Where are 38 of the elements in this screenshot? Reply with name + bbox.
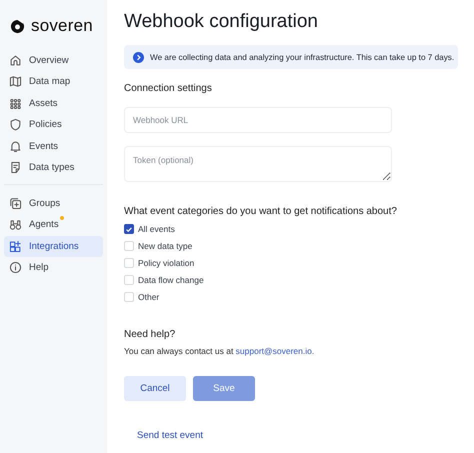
nav-item[interactable]: Integrations	[4, 236, 103, 256]
checkbox-label: Policy violation	[138, 258, 194, 268]
nav-item[interactable]: Help	[4, 258, 103, 278]
checkbox-label: Other	[138, 292, 160, 302]
house-icon	[9, 54, 22, 67]
token-field[interactable]: Token (optional)	[124, 146, 392, 182]
nav-item[interactable]: Overview	[4, 50, 103, 70]
logo-icon	[10, 18, 25, 34]
section-heading: Connection settings	[124, 83, 213, 94]
help-text: You can always contact us at support@soveren.io.	[124, 346, 316, 356]
page-title: Webhook configuration	[124, 11, 319, 33]
url-field[interactable]: Webhook URL	[124, 107, 392, 133]
banner-text: We are collecting data and analyzing your infrastructure. This can take up to 7 days.	[150, 52, 454, 62]
cancel-button[interactable]: Cancel	[124, 376, 186, 401]
checkbox-label: Data flow change	[138, 275, 204, 285]
checkbox[interactable]	[124, 224, 134, 234]
shield-icon	[9, 118, 22, 132]
nav-item[interactable]: Groups	[4, 193, 103, 214]
bell-icon	[9, 140, 22, 153]
grid-icon	[9, 96, 22, 110]
nav-item[interactable]: Assets	[4, 93, 103, 114]
nav-item[interactable]: Events	[4, 136, 103, 156]
nav-item[interactable]: Policies	[4, 114, 103, 135]
test-event-link[interactable]: Send test event	[137, 430, 204, 441]
checkbox-label: All events	[138, 224, 175, 234]
map-icon	[9, 75, 22, 88]
blocks-plus-icon	[9, 240, 22, 253]
document-icon	[9, 161, 22, 174]
question-heading: What event categories do you want to get notifications about?	[124, 206, 398, 217]
nav-item[interactable]: Data map	[4, 72, 103, 92]
checkbox-label: New data type	[138, 241, 192, 251]
nav-item[interactable]: Agents	[4, 214, 103, 235]
nav-item[interactable]: Data types	[4, 158, 103, 178]
binoculars-icon	[9, 218, 22, 232]
folder-plus-icon	[9, 196, 22, 210]
email-link[interactable]: support@soveren.io.	[236, 346, 314, 356]
help-heading: Need help?	[124, 329, 176, 340]
logo-text: soveren	[31, 16, 93, 36]
